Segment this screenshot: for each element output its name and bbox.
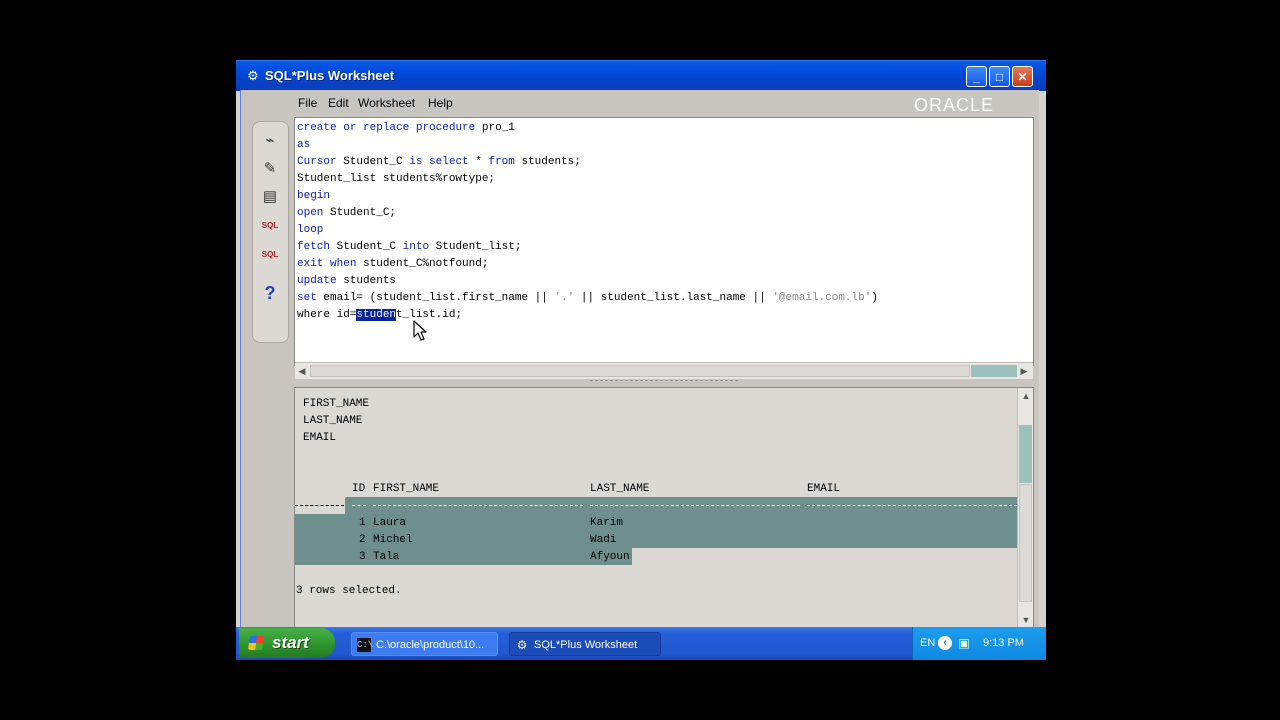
cell-last-name: Karim bbox=[590, 517, 624, 529]
chevron-left-icon[interactable]: ‹ bbox=[938, 636, 952, 650]
start-label: start bbox=[272, 633, 309, 652]
worksheet-toolbar: ⌁ ✎ ▤ SQL SQL ? bbox=[252, 121, 289, 343]
window-titlebar[interactable]: ⚙ SQL*Plus Worksheet _ □ ✕ bbox=[236, 60, 1046, 91]
sqlplus-app-icon: ⚙ bbox=[516, 638, 528, 652]
sql-editor[interactable]: create or replace procedure pro_1 as Cur… bbox=[294, 117, 1034, 379]
rows-selected-footer: 3 rows selected. bbox=[296, 585, 402, 597]
minimize-button[interactable]: _ bbox=[966, 66, 987, 87]
scroll-track[interactable] bbox=[1019, 484, 1032, 602]
taskbar-item-sqlplus[interactable]: ⚙ SQL*Plus Worksheet bbox=[509, 632, 661, 656]
taskbar: start C:\ C:\oracle\product\10... ⚙ SQL*… bbox=[236, 627, 1046, 660]
pane-splitter[interactable] bbox=[294, 378, 1032, 384]
describe-col-3: EMAIL bbox=[303, 432, 337, 444]
menu-file[interactable]: File bbox=[298, 96, 317, 110]
scroll-track[interactable] bbox=[310, 365, 970, 377]
execute-icon[interactable]: ✎ bbox=[258, 158, 282, 180]
language-indicator[interactable]: EN bbox=[920, 637, 935, 649]
mouse-pointer-icon bbox=[413, 320, 427, 341]
menu-help[interactable]: Help bbox=[428, 96, 453, 110]
network-icon[interactable]: ▣ bbox=[956, 635, 972, 651]
menu-bar: File Edit Worksheet Help ORACLE bbox=[241, 90, 1039, 116]
window-client-area: File Edit Worksheet Help ORACLE ⌁ ✎ ▤ SQ… bbox=[240, 90, 1039, 629]
system-tray: EN ‹ ▣ 9:13 PM bbox=[912, 627, 1046, 660]
cell-id: 3 bbox=[359, 551, 366, 563]
header-last-name: LAST_NAME bbox=[590, 483, 650, 495]
splitter-grip[interactable] bbox=[589, 379, 739, 382]
scroll-thumb[interactable] bbox=[1019, 425, 1032, 483]
connect-icon[interactable]: ⌁ bbox=[258, 130, 282, 152]
console-icon: C:\ bbox=[357, 638, 374, 652]
history-icon[interactable]: ▤ bbox=[258, 186, 282, 208]
window-title: SQL*Plus Worksheet bbox=[265, 68, 395, 83]
desktop-screen: ⚙ SQL*Plus Worksheet _ □ ✕ File Edit Wor… bbox=[236, 60, 1046, 660]
sql-next-icon[interactable]: SQL bbox=[258, 244, 282, 266]
scroll-down-icon[interactable]: ▼ bbox=[1020, 614, 1032, 626]
editor-horizontal-scrollbar[interactable]: ◀ ▶ bbox=[295, 362, 1033, 379]
taskbar-item-cmd[interactable]: C:\ C:\oracle\product\10... bbox=[351, 632, 498, 656]
scroll-right-icon[interactable]: ▶ bbox=[1017, 365, 1031, 377]
scroll-left-icon[interactable]: ◀ bbox=[295, 365, 309, 377]
cell-id: 2 bbox=[359, 534, 366, 546]
help-icon[interactable]: ? bbox=[258, 282, 282, 304]
cell-id: 1 bbox=[359, 517, 366, 529]
sql-code[interactable]: create or replace procedure pro_1 as Cur… bbox=[297, 120, 878, 324]
header-id: ID bbox=[352, 483, 366, 495]
sqlplus-app-icon: ⚙ bbox=[247, 68, 259, 83]
results-pane[interactable]: FIRST_NAME LAST_NAME EMAIL ID FIRST_NAME… bbox=[294, 387, 1034, 629]
clock[interactable]: 9:13 PM bbox=[983, 637, 1024, 649]
scroll-up-icon[interactable]: ▲ bbox=[1020, 390, 1032, 402]
cell-first-name: Laura bbox=[373, 517, 407, 529]
cell-first-name: Tala bbox=[373, 551, 400, 563]
maximize-button[interactable]: □ bbox=[989, 66, 1010, 87]
taskbar-item-label: C:\oracle\product\10... bbox=[376, 639, 485, 651]
close-button[interactable]: ✕ bbox=[1012, 66, 1033, 87]
start-button[interactable]: start bbox=[239, 628, 335, 658]
windows-flag-icon bbox=[248, 636, 264, 650]
scroll-thumb[interactable] bbox=[971, 365, 1017, 377]
describe-col-2: LAST_NAME bbox=[303, 415, 363, 427]
sql-prev-icon[interactable]: SQL bbox=[258, 215, 282, 237]
menu-worksheet[interactable]: Worksheet bbox=[358, 96, 415, 110]
describe-col-1: FIRST_NAME bbox=[303, 398, 370, 410]
header-email: EMAIL bbox=[807, 483, 841, 495]
oracle-logo: ORACLE bbox=[914, 95, 995, 115]
cell-last-name: Afyoun bbox=[590, 551, 630, 563]
header-first-name: FIRST_NAME bbox=[373, 483, 440, 495]
menu-edit[interactable]: Edit bbox=[328, 96, 349, 110]
taskbar-item-label: SQL*Plus Worksheet bbox=[534, 639, 638, 651]
cell-last-name: Wadi bbox=[590, 534, 617, 546]
cell-first-name: Michel bbox=[373, 534, 413, 546]
results-vertical-scrollbar[interactable]: ▲ ▼ bbox=[1017, 388, 1033, 628]
